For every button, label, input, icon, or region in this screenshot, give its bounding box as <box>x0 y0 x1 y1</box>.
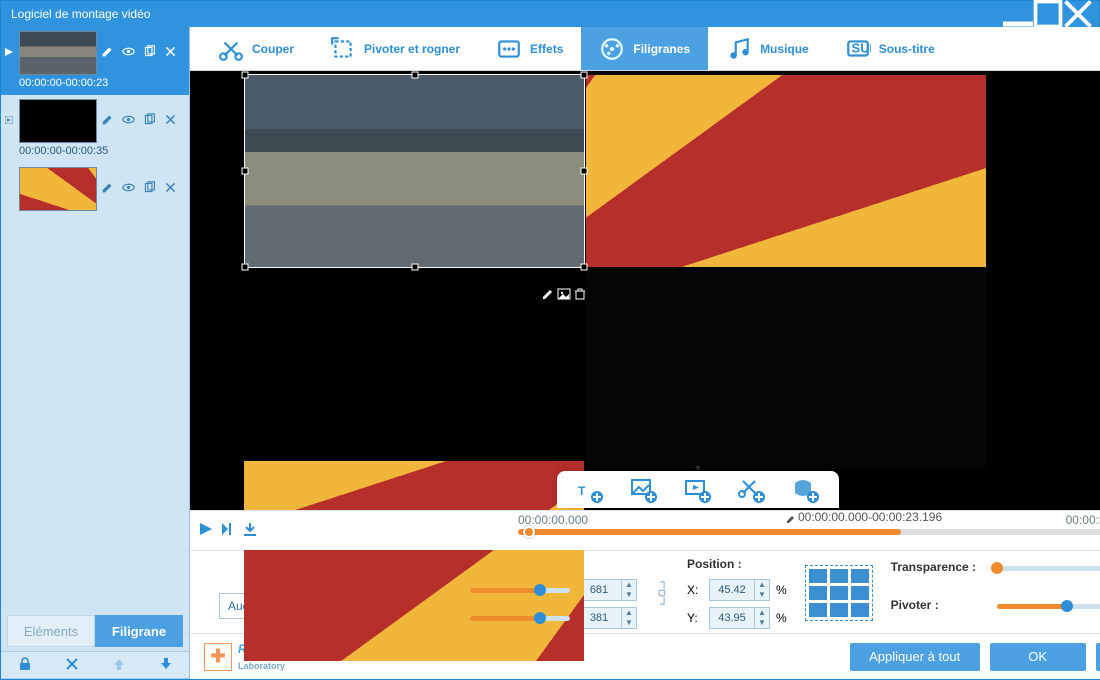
preview-quadrant-bl <box>244 461 584 661</box>
move-up-icon[interactable] <box>111 656 127 675</box>
media-item[interactable] <box>1 163 189 211</box>
logo-icon: ✚ <box>204 643 232 671</box>
lock-icon[interactable] <box>17 656 33 675</box>
collapse-caret-icon[interactable]: ▾ <box>695 463 700 474</box>
transparency-label: Transparence : <box>891 560 991 574</box>
minimize-button[interactable] <box>1003 4 1033 24</box>
width-spinner[interactable]: ▲▼ <box>576 579 637 601</box>
width-slider[interactable] <box>470 588 570 593</box>
sidebar-tabs: Eléments Filigrane <box>7 615 183 647</box>
copy-icon[interactable] <box>143 45 156 61</box>
maximize-button[interactable] <box>1033 4 1063 24</box>
edit-icon[interactable] <box>101 45 114 61</box>
delete-icon[interactable] <box>64 656 80 675</box>
top-tabs: Couper Pivoter et rogner Effets Filigran… <box>190 27 1100 71</box>
tab-elements[interactable]: Eléments <box>7 615 95 647</box>
tab-subtitle[interactable]: SUB Sous-titre <box>827 27 953 70</box>
tab-label: Filigranes <box>633 42 690 56</box>
position-label: Position : <box>687 557 787 571</box>
cancel-button[interactable]: Annuler <box>1096 643 1100 671</box>
tab-label: Couper <box>252 42 294 56</box>
media-item[interactable] <box>1 27 189 75</box>
media-item[interactable] <box>1 95 189 143</box>
play-indicator-icon <box>5 113 13 127</box>
height-slider[interactable] <box>470 616 570 621</box>
add-text-icon[interactable]: T <box>575 475 605 508</box>
tab-watermarks[interactable]: Filigranes <box>581 27 708 70</box>
copy-icon[interactable] <box>143 181 156 197</box>
image-icon[interactable] <box>557 287 571 304</box>
title-bar: Logiciel de montage vidéo <box>1 1 1099 27</box>
preview-canvas[interactable]: ▾ T <box>190 71 1100 510</box>
y-label: Y: <box>687 611 703 625</box>
eye-icon[interactable] <box>122 45 135 61</box>
eye-icon[interactable] <box>122 113 135 129</box>
edit-icon[interactable] <box>101 181 114 197</box>
play-button[interactable] <box>198 521 214 540</box>
apply-all-button[interactable]: Appliquer à tout <box>850 643 980 671</box>
tab-rotate-crop[interactable]: Pivoter et rogner <box>312 27 478 70</box>
remove-icon[interactable] <box>164 181 177 197</box>
media-thumbnail <box>19 31 97 75</box>
media-thumbnail <box>19 99 97 143</box>
timeline-track[interactable] <box>518 529 1100 535</box>
media-time-range: 00:00:00-00:00:35 <box>1 143 189 163</box>
svg-text:SUB: SUB <box>851 40 871 55</box>
rotate-slider[interactable] <box>997 604 1100 609</box>
edit-watermark-icon[interactable] <box>541 287 555 304</box>
tab-effects[interactable]: Effets <box>478 27 581 70</box>
add-shape-icon[interactable] <box>737 475 767 508</box>
step-button[interactable] <box>220 521 236 540</box>
tab-cut[interactable]: Couper <box>200 27 312 70</box>
tab-label: Pivoter et rogner <box>364 42 460 56</box>
tab-label: Sous-titre <box>879 42 935 56</box>
x-spinner[interactable]: ▲▼ <box>709 579 770 601</box>
add-watermark-toolbar: ▾ T <box>557 471 839 508</box>
watermark-selection[interactable] <box>244 74 585 268</box>
ok-button[interactable]: OK <box>990 643 1086 671</box>
move-down-icon[interactable] <box>158 656 174 675</box>
percent-label: % <box>776 611 787 625</box>
timeline: 00:00:00.000 00:00:35.944 00:00:00.000-0… <box>190 510 1100 550</box>
add-image-icon[interactable] <box>629 475 659 508</box>
svg-text:T: T <box>578 484 586 498</box>
window-title: Logiciel de montage vidéo <box>11 7 1003 21</box>
play-indicator-icon <box>5 45 13 59</box>
remove-icon[interactable] <box>164 45 177 61</box>
preview-quadrant-tr <box>586 75 986 267</box>
media-thumbnail <box>19 167 97 211</box>
tab-music[interactable]: Musique <box>708 27 827 70</box>
timeline-end: 00:00:35.944 <box>1066 513 1100 527</box>
add-video-icon[interactable] <box>683 475 713 508</box>
preview-quadrant-br <box>586 269 986 469</box>
watermark-inline-toolbar <box>538 285 590 306</box>
tab-label: Musique <box>760 42 809 56</box>
sidebar: 00:00:00-00:00:23 00:00:00-00:00:35 <box>1 27 190 679</box>
tab-watermark[interactable]: Filigrane <box>95 615 183 647</box>
eye-icon[interactable] <box>122 181 135 197</box>
link-dimensions-icon[interactable] <box>655 557 669 629</box>
export-frame-button[interactable] <box>242 521 258 540</box>
x-label: X: <box>687 583 703 597</box>
remove-icon[interactable] <box>164 113 177 129</box>
close-button[interactable] <box>1063 4 1093 24</box>
alignment-grid[interactable] <box>805 565 873 621</box>
percent-label: % <box>776 583 787 597</box>
timeline-start: 00:00:00.000 <box>518 513 588 527</box>
tab-label: Effets <box>530 42 563 56</box>
copy-icon[interactable] <box>143 113 156 129</box>
main-area: Couper Pivoter et rogner Effets Filigran… <box>190 27 1100 679</box>
media-time-range: 00:00:00-00:00:23 <box>1 75 189 95</box>
timeline-range: 00:00:00.000-00:00:23.196 <box>786 510 942 524</box>
add-mask-icon[interactable] <box>791 475 821 508</box>
sidebar-actions <box>1 651 189 679</box>
y-spinner[interactable]: ▲▼ <box>709 607 770 629</box>
media-list: 00:00:00-00:00:23 00:00:00-00:00:35 <box>1 27 189 615</box>
edit-icon[interactable] <box>101 113 114 129</box>
rotate-label: Pivoter : <box>891 598 991 612</box>
timeline-playhead[interactable] <box>523 526 535 538</box>
height-spinner[interactable]: ▲▼ <box>576 607 637 629</box>
transparency-slider[interactable] <box>997 566 1100 571</box>
trash-icon[interactable] <box>573 287 587 304</box>
